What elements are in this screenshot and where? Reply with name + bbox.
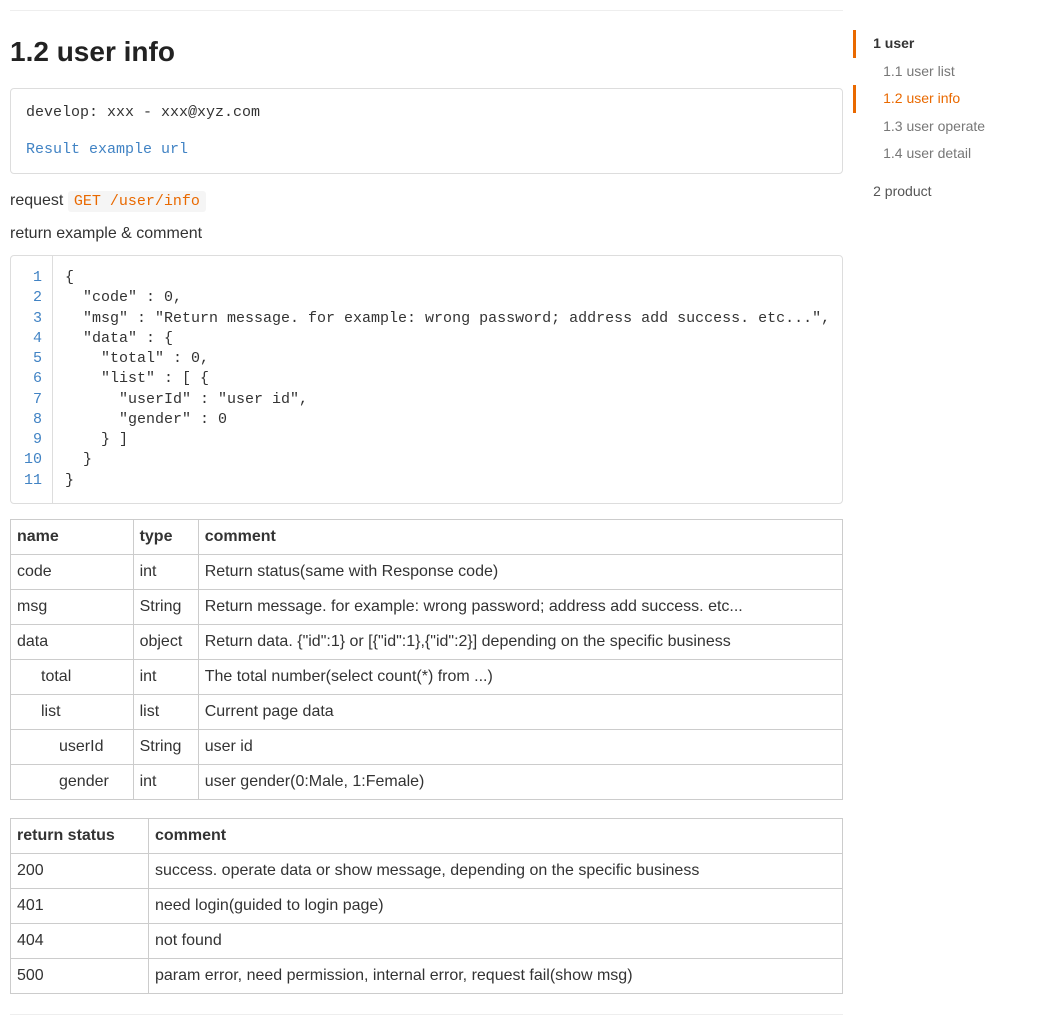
code-body: { "code" : 0, "msg" : "Return message. f… [53,256,842,503]
field-comment-cell: user id [198,729,842,764]
page-title: 1.2 user info [10,36,843,68]
main-content: 1.2 user info develop: xxx - xxx@xyz.com… [0,0,853,1025]
field-name-cell: userId [11,729,134,764]
field-name-cell: data [11,624,134,659]
table-row: listlistCurrent page data [11,694,843,729]
line-number: 3 [21,309,42,329]
toc-item[interactable]: 1.1 user list [853,58,1037,86]
table-row: dataobjectReturn data. {"id":1} or [{"id… [11,624,843,659]
table-row: 401need login(guided to login page) [11,888,843,923]
line-number: 4 [21,329,42,349]
status-code-cell: 200 [11,853,149,888]
develop-line: develop: xxx - xxx@xyz.com [26,104,827,121]
develop-box: develop: xxx - xxx@xyz.com Result exampl… [10,88,843,174]
field-type-cell: list [133,694,198,729]
toc-sidebar: 1 user1.1 user list1.2 user info1.3 user… [853,0,1037,1025]
status-code-cell: 401 [11,888,149,923]
field-comment-cell: Return status(same with Response code) [198,554,842,589]
table-row: 500param error, need permission, interna… [11,958,843,993]
field-name-cell: total [11,659,134,694]
status-comment-cell: not found [148,923,842,958]
request-line: request GET /user/info [10,192,843,210]
field-comment-cell: Current page data [198,694,842,729]
bottom-divider [10,1014,843,1015]
table-row: 404not found [11,923,843,958]
th-return-status: return status [11,818,149,853]
field-comment-cell: user gender(0:Male, 1:Female) [198,764,842,799]
line-number: 1 [21,268,42,288]
table-row: userIdStringuser id [11,729,843,764]
status-table: return status comment 200success. operat… [10,818,843,994]
fields-table: name type comment codeintReturn status(s… [10,519,843,800]
th-comment: comment [198,519,842,554]
status-code-cell: 404 [11,923,149,958]
table-row: 200success. operate data or show message… [11,853,843,888]
toc-item[interactable]: 1 user [853,30,1037,58]
line-number: 9 [21,430,42,450]
line-numbers: 1234567891011 [11,256,53,503]
line-number: 11 [21,471,42,491]
field-type-cell: int [133,764,198,799]
toc-item[interactable]: 1.2 user info [853,85,1037,113]
table-row: codeintReturn status(same with Response … [11,554,843,589]
field-comment-cell: Return message. for example: wrong passw… [198,589,842,624]
field-comment-cell: The total number(select count(*) from ..… [198,659,842,694]
result-example-link[interactable]: Result example url [26,141,827,158]
th-status-comment: comment [148,818,842,853]
field-type-cell: int [133,659,198,694]
th-name: name [11,519,134,554]
toc-item[interactable]: 1.3 user operate [853,113,1037,141]
field-type-cell: String [133,729,198,764]
return-example-label: return example & comment [10,225,843,243]
line-number: 6 [21,369,42,389]
table-row: msgStringReturn message. for example: wr… [11,589,843,624]
table-row: totalintThe total number(select count(*)… [11,659,843,694]
field-name-cell: msg [11,589,134,624]
field-type-cell: object [133,624,198,659]
top-divider [10,10,843,11]
field-name-cell: list [11,694,134,729]
status-header-row: return status comment [11,818,843,853]
fields-header-row: name type comment [11,519,843,554]
status-comment-cell: success. operate data or show message, d… [148,853,842,888]
http-method-path: GET /user/info [68,191,206,212]
status-comment-cell: need login(guided to login page) [148,888,842,923]
status-comment-cell: param error, need permission, internal e… [148,958,842,993]
table-row: genderintuser gender(0:Male, 1:Female) [11,764,843,799]
field-type-cell: int [133,554,198,589]
line-number: 7 [21,390,42,410]
toc-item[interactable]: 2 product [853,178,1037,206]
code-block: 1234567891011 { "code" : 0, "msg" : "Ret… [10,255,843,504]
request-label: request [10,192,63,209]
field-name-cell: gender [11,764,134,799]
line-number: 2 [21,288,42,308]
toc-item[interactable]: 1.4 user detail [853,140,1037,168]
field-name-cell: code [11,554,134,589]
line-number: 10 [21,450,42,470]
line-number: 5 [21,349,42,369]
field-comment-cell: Return data. {"id":1} or [{"id":1},{"id"… [198,624,842,659]
status-code-cell: 500 [11,958,149,993]
th-type: type [133,519,198,554]
line-number: 8 [21,410,42,430]
field-type-cell: String [133,589,198,624]
